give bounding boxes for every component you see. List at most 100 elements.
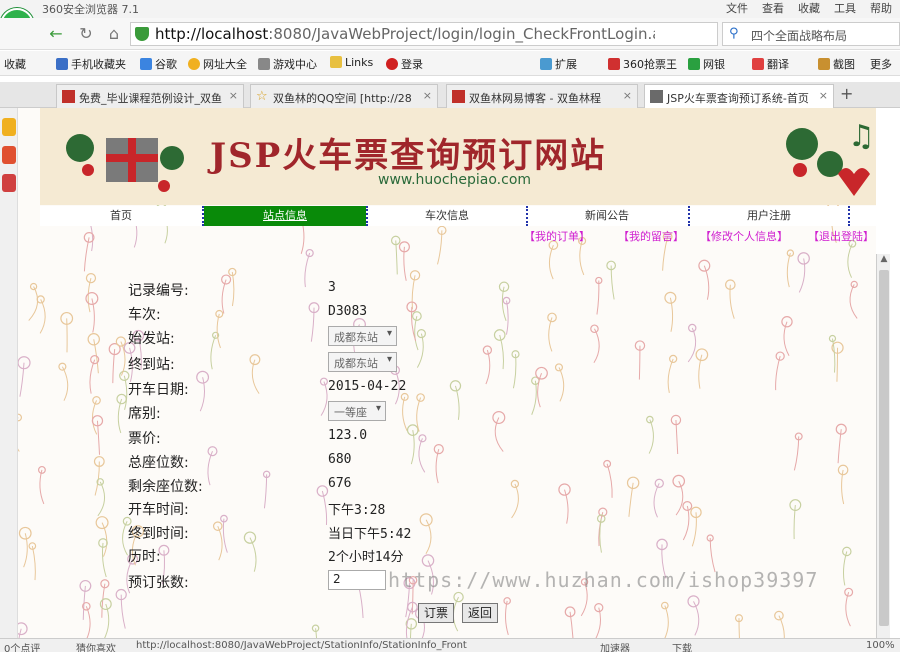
tab-netease-blog[interactable]: 双鱼林网易博客 - 双鱼林程 × <box>446 84 638 108</box>
menu-favorites[interactable]: 收藏 <box>798 0 820 16</box>
web-page: ♫ JSP火车票查询预订网站 www.huochepiao.com 首页 站点信… <box>18 108 876 638</box>
nav-separator <box>848 206 850 226</box>
site-nav: 首页 站点信息 车次信息 新闻公告 用户注册 <box>40 206 876 226</box>
link-edit-profile[interactable]: 【修改个人信息】 <box>700 228 788 244</box>
scissors-icon <box>818 58 830 70</box>
search-input[interactable]: ⚲ 四个全面战略布局 <box>722 22 900 46</box>
gamepad-icon <box>258 58 270 70</box>
duration-value: 2个小时14分 <box>328 550 404 565</box>
tab-train-ticket[interactable]: JSP火车票查询预订系统-首页 × <box>644 84 834 108</box>
bookmark-google[interactable]: 谷歌 <box>140 56 177 72</box>
nav-register[interactable]: 用户注册 <box>688 206 850 226</box>
link-my-orders[interactable]: 【我的订单】 <box>524 228 590 244</box>
site-banner: ♫ JSP火车票查询预订网站 www.huochepiao.com <box>40 108 876 205</box>
search-icon: ⚲ <box>729 26 739 41</box>
chevron-down-icon: ▾ <box>386 328 392 339</box>
chevron-down-icon: ▾ <box>375 403 381 414</box>
arrive-time-value: 当日下午5:42 <box>328 527 412 542</box>
close-icon[interactable]: × <box>819 89 828 102</box>
scroll-up-icon[interactable]: ▲ <box>877 254 891 268</box>
grid-icon <box>540 58 552 70</box>
url-input[interactable]: http://localhost:8080/JavaWebProject/log… <box>130 22 718 46</box>
globe-icon <box>188 58 200 70</box>
sidebar-star-icon[interactable] <box>2 118 16 136</box>
bookmark-mobile[interactable]: 手机收藏夹 <box>56 56 126 72</box>
status-url: http://localhost:8080/JavaWebProject/Sta… <box>136 640 467 651</box>
tab-qq-space[interactable]: ☆ 双鱼林的QQ空间 [http://28 × <box>250 84 438 108</box>
home-icon[interactable]: ⌂ <box>104 24 124 44</box>
status-recommend[interactable]: 猜你喜欢 <box>76 640 116 652</box>
toolbar-ticket-king[interactable]: 360抢票王 <box>608 56 677 72</box>
destination-station-select[interactable]: 成都东站 ▾ <box>328 352 397 372</box>
status-download[interactable]: 下载 <box>672 640 692 652</box>
watermark-text: https://www.huzhan.com/ishop39397 <box>388 568 819 592</box>
ticket-count-input[interactable]: 2 <box>328 570 386 590</box>
bookmark-games[interactable]: 游戏中心 <box>258 56 317 72</box>
origin-station-select[interactable]: 成都东站 ▾ <box>328 326 397 346</box>
depart-time-value: 下午3:28 <box>328 503 386 518</box>
back-button[interactable]: 返回 <box>462 603 499 623</box>
scrollbar-thumb[interactable] <box>879 270 889 626</box>
menu-view[interactable]: 查看 <box>762 0 784 16</box>
browser-app-title: 360安全浏览器 7.1 <box>42 3 139 16</box>
google-icon <box>140 58 152 70</box>
link-my-messages[interactable]: 【我的留言】 <box>618 228 684 244</box>
status-bar: 0个点评 猜你喜欢 http://localhost:8080/JavaWebP… <box>0 638 900 652</box>
phone-icon <box>56 58 68 70</box>
nav-station-info[interactable]: 站点信息 <box>204 206 366 226</box>
book-ticket-button[interactable]: 订票 <box>418 603 455 623</box>
toolbar-translate[interactable]: 翻译 <box>752 56 789 72</box>
translate-icon <box>752 58 764 70</box>
bank-icon <box>688 58 700 70</box>
site-title: JSP火车票查询预订网站 <box>210 136 607 176</box>
nav-home[interactable]: 首页 <box>40 206 202 226</box>
bookmark-favorites[interactable]: 收藏 <box>4 56 26 72</box>
left-sidebar-strip <box>0 108 18 638</box>
bookmark-sites[interactable]: 网址大全 <box>188 56 247 72</box>
train-icon <box>608 58 620 70</box>
bookmark-login[interactable]: 登录 <box>386 56 423 72</box>
browser-title-bar: 360安全浏览器 7.1 文件 查看 收藏 工具 帮助 <box>0 0 900 18</box>
site-subtitle: www.huochepiao.com <box>378 172 532 188</box>
train-number-value: D3083 <box>328 304 368 319</box>
search-placeholder: 四个全面战略布局 <box>751 29 848 43</box>
page-scrollbar[interactable]: ▲ <box>876 254 890 638</box>
menu-tools[interactable]: 工具 <box>834 0 856 16</box>
toolbar-extensions[interactable]: 扩展 <box>540 56 577 72</box>
status-accelerator[interactable]: 加速器 <box>600 640 630 652</box>
toolbar-more[interactable]: 更多 <box>870 56 892 72</box>
link-logout[interactable]: 【退出登陆】 <box>808 228 874 244</box>
nav-train-info[interactable]: 车次信息 <box>366 206 528 226</box>
back-arrow-icon[interactable]: ← <box>46 24 66 44</box>
shield-icon <box>135 27 149 41</box>
status-zoom[interactable]: 100% <box>866 640 895 651</box>
site-favicon <box>62 90 75 103</box>
depart-date-value: 2015-04-22 <box>328 379 407 394</box>
sidebar-app-icon[interactable] <box>2 174 16 192</box>
status-comments[interactable]: 0个点评 <box>4 640 40 652</box>
nav-news[interactable]: 新闻公告 <box>526 206 688 226</box>
star-icon: ☆ <box>256 89 268 104</box>
url-text: http://localhost:8080/JavaWebProject/log… <box>155 25 655 43</box>
site-favicon <box>452 90 465 103</box>
folder-icon <box>330 56 342 68</box>
menu-help[interactable]: 帮助 <box>870 0 892 16</box>
close-icon[interactable]: × <box>229 89 238 102</box>
total-seats-value: 680 <box>328 452 352 467</box>
close-icon[interactable]: × <box>423 89 432 102</box>
page-favicon <box>650 90 663 103</box>
refresh-icon[interactable]: ↻ <box>76 24 96 44</box>
seat-class-select[interactable]: 一等座 ▾ <box>328 401 386 421</box>
browser-menu: 文件 查看 收藏 工具 帮助 <box>726 0 900 16</box>
tab-course-design[interactable]: 免费_毕业课程范例设计_双鱼 × <box>56 84 244 108</box>
new-tab-plus-icon[interactable]: + <box>840 84 853 103</box>
record-id-value: 3 <box>328 280 336 295</box>
menu-file[interactable]: 文件 <box>726 0 748 16</box>
toolbar-online-bank[interactable]: 网银 <box>688 56 725 72</box>
sidebar-weibo-icon[interactable] <box>2 146 16 164</box>
price-value: 123.0 <box>328 428 368 443</box>
close-icon[interactable]: × <box>623 89 632 102</box>
svg-text:♫: ♫ <box>848 119 875 154</box>
toolbar-screenshot[interactable]: 截图 <box>818 56 855 72</box>
bookmark-links[interactable]: Links <box>330 56 373 69</box>
